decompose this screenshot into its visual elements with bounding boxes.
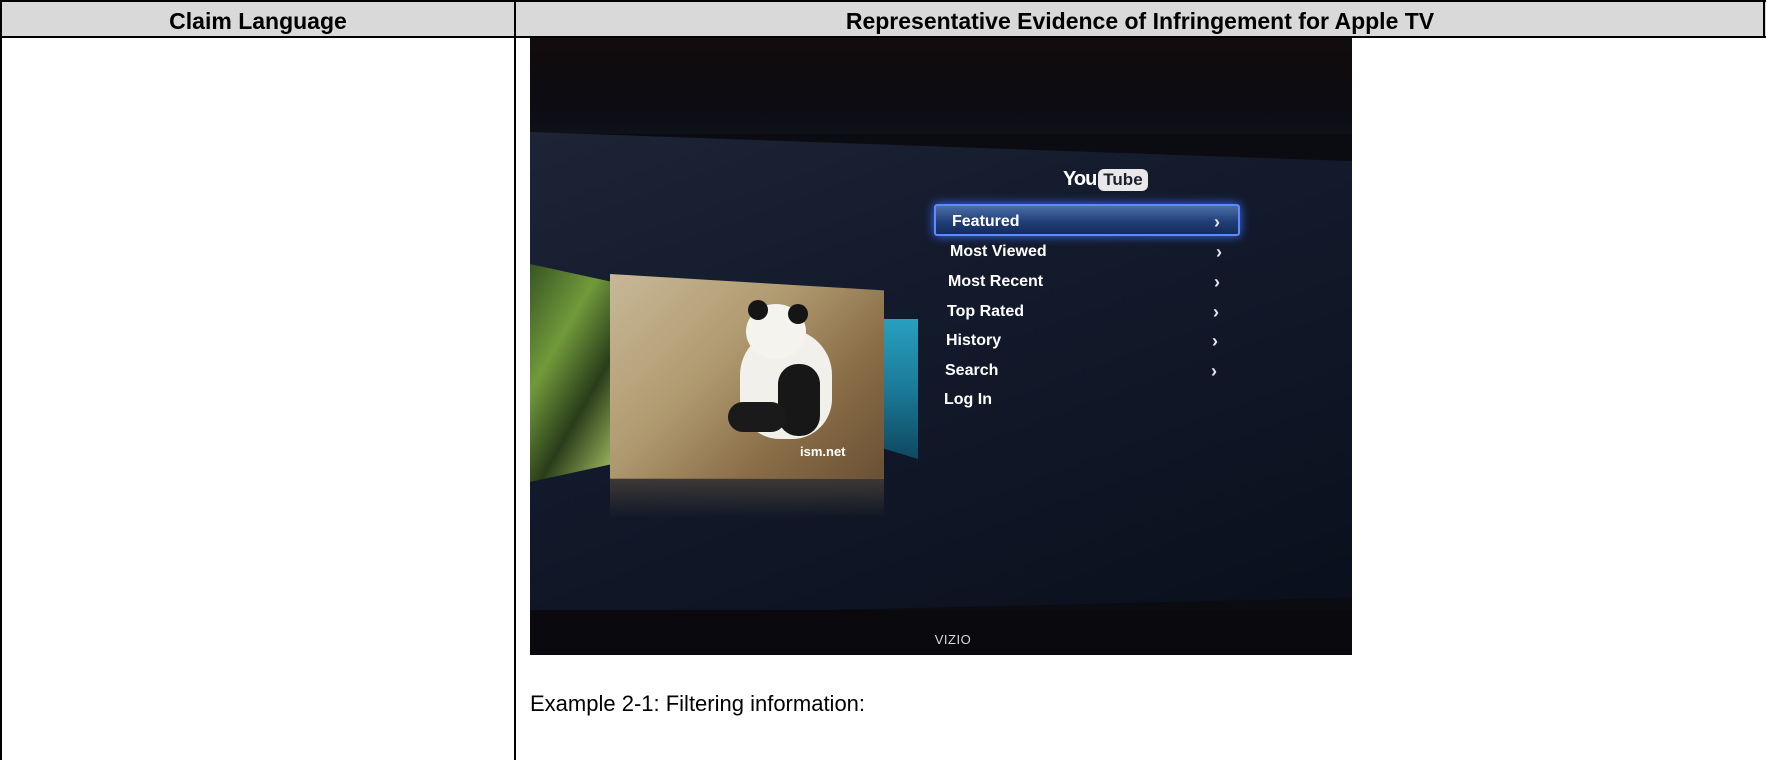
menu-item-most-viewed[interactable]: Most Viewed ›: [934, 236, 1240, 268]
menu-item-label: Search: [945, 362, 999, 379]
example-caption: Example 2-1: Filtering information:: [530, 691, 866, 716]
menu-item-label: History: [946, 332, 1002, 349]
menu-item-most-recent[interactable]: Most Recent ›: [932, 266, 1238, 298]
menu-item-label: Most Viewed: [950, 243, 1047, 260]
thumbnail-watermark: ism.net: [800, 444, 846, 459]
menu-item-label: Most Recent: [948, 273, 1044, 290]
panda-leg: [728, 402, 786, 432]
panda-ear: [748, 300, 768, 320]
menu-item-label: Featured: [952, 213, 1020, 230]
table-header-row: Claim Language Representative Evidence o…: [0, 0, 1766, 38]
chevron-right-icon: ›: [1212, 331, 1218, 351]
thumbnail-reflection: [610, 478, 884, 518]
table-column-divider: [514, 0, 516, 760]
tv-brand-label: VIZIO: [934, 632, 972, 647]
chevron-right-icon: ›: [1214, 272, 1220, 292]
youtube-logo: You Tube: [1063, 168, 1148, 194]
apple-tv-youtube-screenshot: ism.net You Tube Featured › Most Viewed ›…: [530, 38, 1352, 655]
menu-item-label: Top Rated: [947, 303, 1025, 320]
chevron-right-icon: ›: [1211, 361, 1217, 381]
panda-arm: [778, 364, 820, 436]
table-border-right: [1763, 0, 1765, 38]
header-evidence: Representative Evidence of Infringement …: [845, 8, 1435, 34]
panda-ear: [788, 304, 808, 324]
menu-item-featured[interactable]: Featured ›: [934, 204, 1240, 236]
chevron-right-icon: ›: [1213, 302, 1219, 322]
menu-item-label: Log In: [944, 391, 992, 408]
menu-item-log-in[interactable]: Log In: [928, 384, 1234, 416]
menu-item-search[interactable]: Search ›: [929, 355, 1235, 387]
claim-chart-table: Claim Language Representative Evidence o…: [0, 0, 1766, 760]
video-thumbnail-panda: ism.net: [610, 274, 884, 479]
youtube-logo-you: You: [1063, 168, 1097, 190]
youtube-logo-tube: Tube: [1098, 168, 1148, 191]
menu-item-history[interactable]: History ›: [930, 325, 1236, 357]
table-border-left: [0, 0, 2, 760]
chevron-right-icon: ›: [1214, 212, 1220, 232]
header-claim-language: Claim Language: [169, 8, 347, 34]
menu-item-top-rated[interactable]: Top Rated ›: [931, 296, 1237, 328]
tv-bezel-top: [530, 38, 1352, 134]
chevron-right-icon: ›: [1216, 242, 1222, 262]
